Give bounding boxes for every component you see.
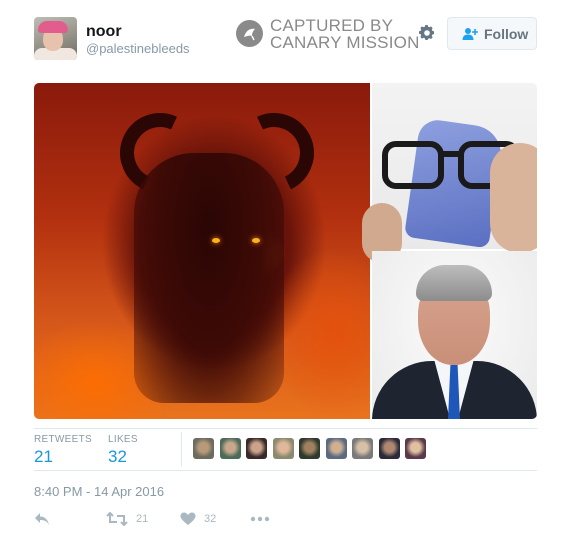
glasses-bridge	[442, 151, 462, 157]
stats-divider	[181, 432, 182, 466]
portrait-hair	[416, 265, 492, 301]
divider	[34, 470, 537, 471]
media-photo-demon[interactable]	[34, 83, 370, 419]
like-button[interactable]: 32	[180, 510, 230, 530]
reply-icon	[35, 513, 49, 525]
liker-avatar[interactable]	[299, 438, 320, 459]
liker-avatar[interactable]	[325, 438, 347, 459]
liker-avatar[interactable]	[352, 438, 373, 459]
liker-avatar[interactable]	[405, 438, 426, 459]
liker-avatar[interactable]	[219, 438, 241, 459]
media-photo-glasses[interactable]	[362, 83, 537, 263]
follow-label: Follow	[484, 26, 529, 42]
liker-avatar[interactable]	[272, 438, 294, 459]
heart-icon	[180, 512, 196, 525]
retweets-count[interactable]: 21	[34, 447, 53, 467]
more-icon	[250, 516, 270, 522]
user-avatar[interactable]	[34, 17, 77, 60]
tweet-card: noor @palestinebleeds CAPTURED BY CANARY…	[0, 0, 571, 555]
liker-avatar[interactable]	[246, 438, 267, 459]
divider	[34, 428, 537, 429]
likes-count[interactable]: 32	[108, 447, 127, 467]
canary-mission-watermark: CAPTURED BY CANARY MISSION	[236, 16, 436, 52]
demon-eye-left	[212, 238, 220, 243]
media-grid	[34, 83, 537, 419]
canary-logo-icon	[236, 20, 263, 47]
retweets-label: RETWEETS	[34, 434, 92, 445]
user-handle[interactable]: @palestinebleeds	[86, 41, 190, 56]
avatar-headscarf	[38, 21, 68, 33]
media-photo-portrait[interactable]	[372, 251, 537, 419]
retweet-icon	[106, 512, 128, 526]
user-display-name[interactable]: noor	[86, 23, 122, 41]
gear-icon[interactable]	[418, 24, 436, 42]
retweet-button[interactable]: 21	[106, 510, 156, 530]
reply-button[interactable]	[34, 510, 54, 530]
tweet-timestamp[interactable]: 8:40 PM - 14 Apr 2016	[34, 484, 164, 499]
glasses-lens-left	[382, 141, 444, 189]
watermark-line-2: CANARY MISSION	[270, 33, 420, 52]
more-button[interactable]	[250, 510, 272, 530]
likes-label: LIKES	[108, 434, 138, 445]
demon-eye-right	[252, 238, 260, 243]
retweet-count: 21	[136, 513, 149, 525]
add-user-icon	[462, 26, 478, 42]
hand-right	[490, 143, 537, 253]
demon-body	[134, 153, 284, 403]
liker-avatar[interactable]	[193, 438, 214, 459]
follow-button[interactable]: Follow	[447, 17, 537, 50]
liker-avatar[interactable]	[378, 438, 400, 459]
like-count: 32	[204, 513, 217, 525]
